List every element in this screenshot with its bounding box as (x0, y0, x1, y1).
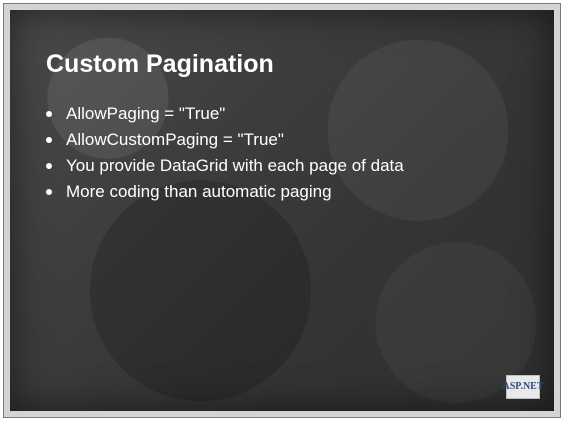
slide: Custom Pagination AllowPaging = "True" A… (3, 3, 561, 418)
bullet-icon (46, 137, 52, 143)
bullet-item: More coding than automatic paging (46, 180, 404, 204)
slide-title: Custom Pagination (46, 50, 274, 78)
bullet-text: AllowCustomPaging = "True" (66, 130, 284, 149)
bullet-text: AllowPaging = "True" (66, 104, 226, 123)
bullet-item: You provide DataGrid with each page of d… (46, 154, 404, 178)
bullet-icon (46, 189, 52, 195)
bullet-item: AllowPaging = "True" (46, 102, 404, 126)
bullet-item: AllowCustomPaging = "True" (46, 128, 404, 152)
bullet-icon (46, 163, 52, 169)
logo-main-text: ASP.NET (502, 381, 544, 392)
aspnet-logo: ASP.NET (502, 375, 544, 399)
bullet-list: AllowPaging = "True" AllowCustomPaging =… (46, 102, 404, 206)
bullet-text: More coding than automatic paging (66, 182, 332, 201)
bullet-text: You provide DataGrid with each page of d… (66, 156, 404, 175)
bullet-icon (46, 111, 52, 117)
